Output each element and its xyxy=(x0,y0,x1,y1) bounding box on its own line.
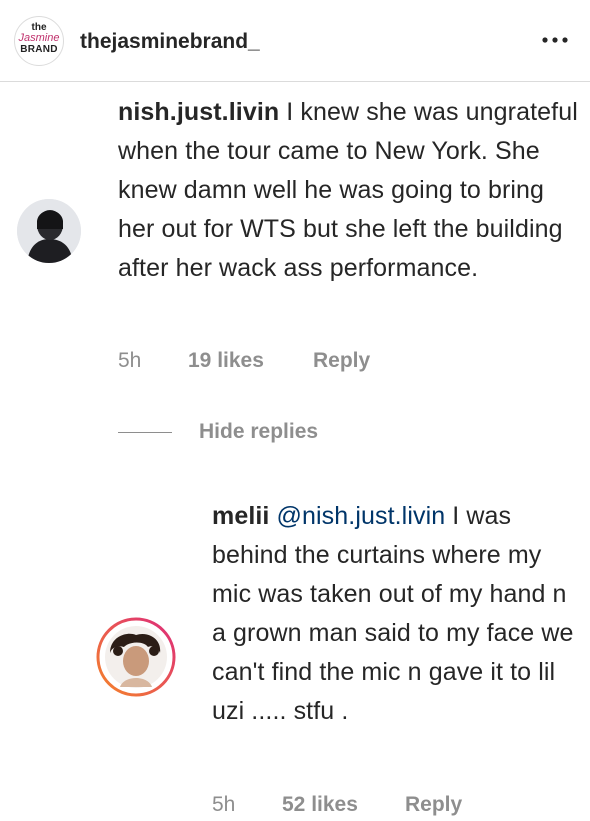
logo-text-jasmine: Jasmine xyxy=(18,32,60,44)
post-header: the Jasmine BRAND thejasminebrand_ xyxy=(0,0,590,82)
reply-meta: 5h 52 likes Reply xyxy=(0,791,590,819)
reply-body: melii @nish.just.livin I was behind the … xyxy=(212,497,584,731)
more-horizontal-icon[interactable] xyxy=(538,30,572,50)
reply-time: 5h xyxy=(212,793,236,816)
comment-body: nish.just.livin I knew she was ungratefu… xyxy=(118,93,578,288)
hide-replies-button[interactable]: Hide replies xyxy=(199,418,318,446)
comment-likes[interactable]: 19 likes xyxy=(188,347,264,375)
reply-text: I was behind the curtains where my mic w… xyxy=(212,502,574,725)
account-username[interactable]: thejasminebrand_ xyxy=(80,29,260,55)
reply-author-avatar[interactable] xyxy=(96,617,176,697)
brand-avatar[interactable]: the Jasmine BRAND xyxy=(14,16,64,66)
logo-text-brand: BRAND xyxy=(20,44,58,55)
reply-reply-button[interactable]: Reply xyxy=(405,791,462,819)
commenter-avatar[interactable] xyxy=(17,199,81,263)
comment-time: 5h xyxy=(118,349,142,372)
reply-button[interactable]: Reply xyxy=(313,347,370,375)
comment-author[interactable]: nish.just.livin xyxy=(118,98,279,126)
reply-likes[interactable]: 52 likes xyxy=(282,791,358,819)
thread-divider xyxy=(118,432,172,433)
reply-mention[interactable]: @nish.just.livin xyxy=(277,502,446,530)
reply-author[interactable]: melii xyxy=(212,502,269,530)
comment-meta: 5h 19 likes Reply xyxy=(0,347,590,375)
